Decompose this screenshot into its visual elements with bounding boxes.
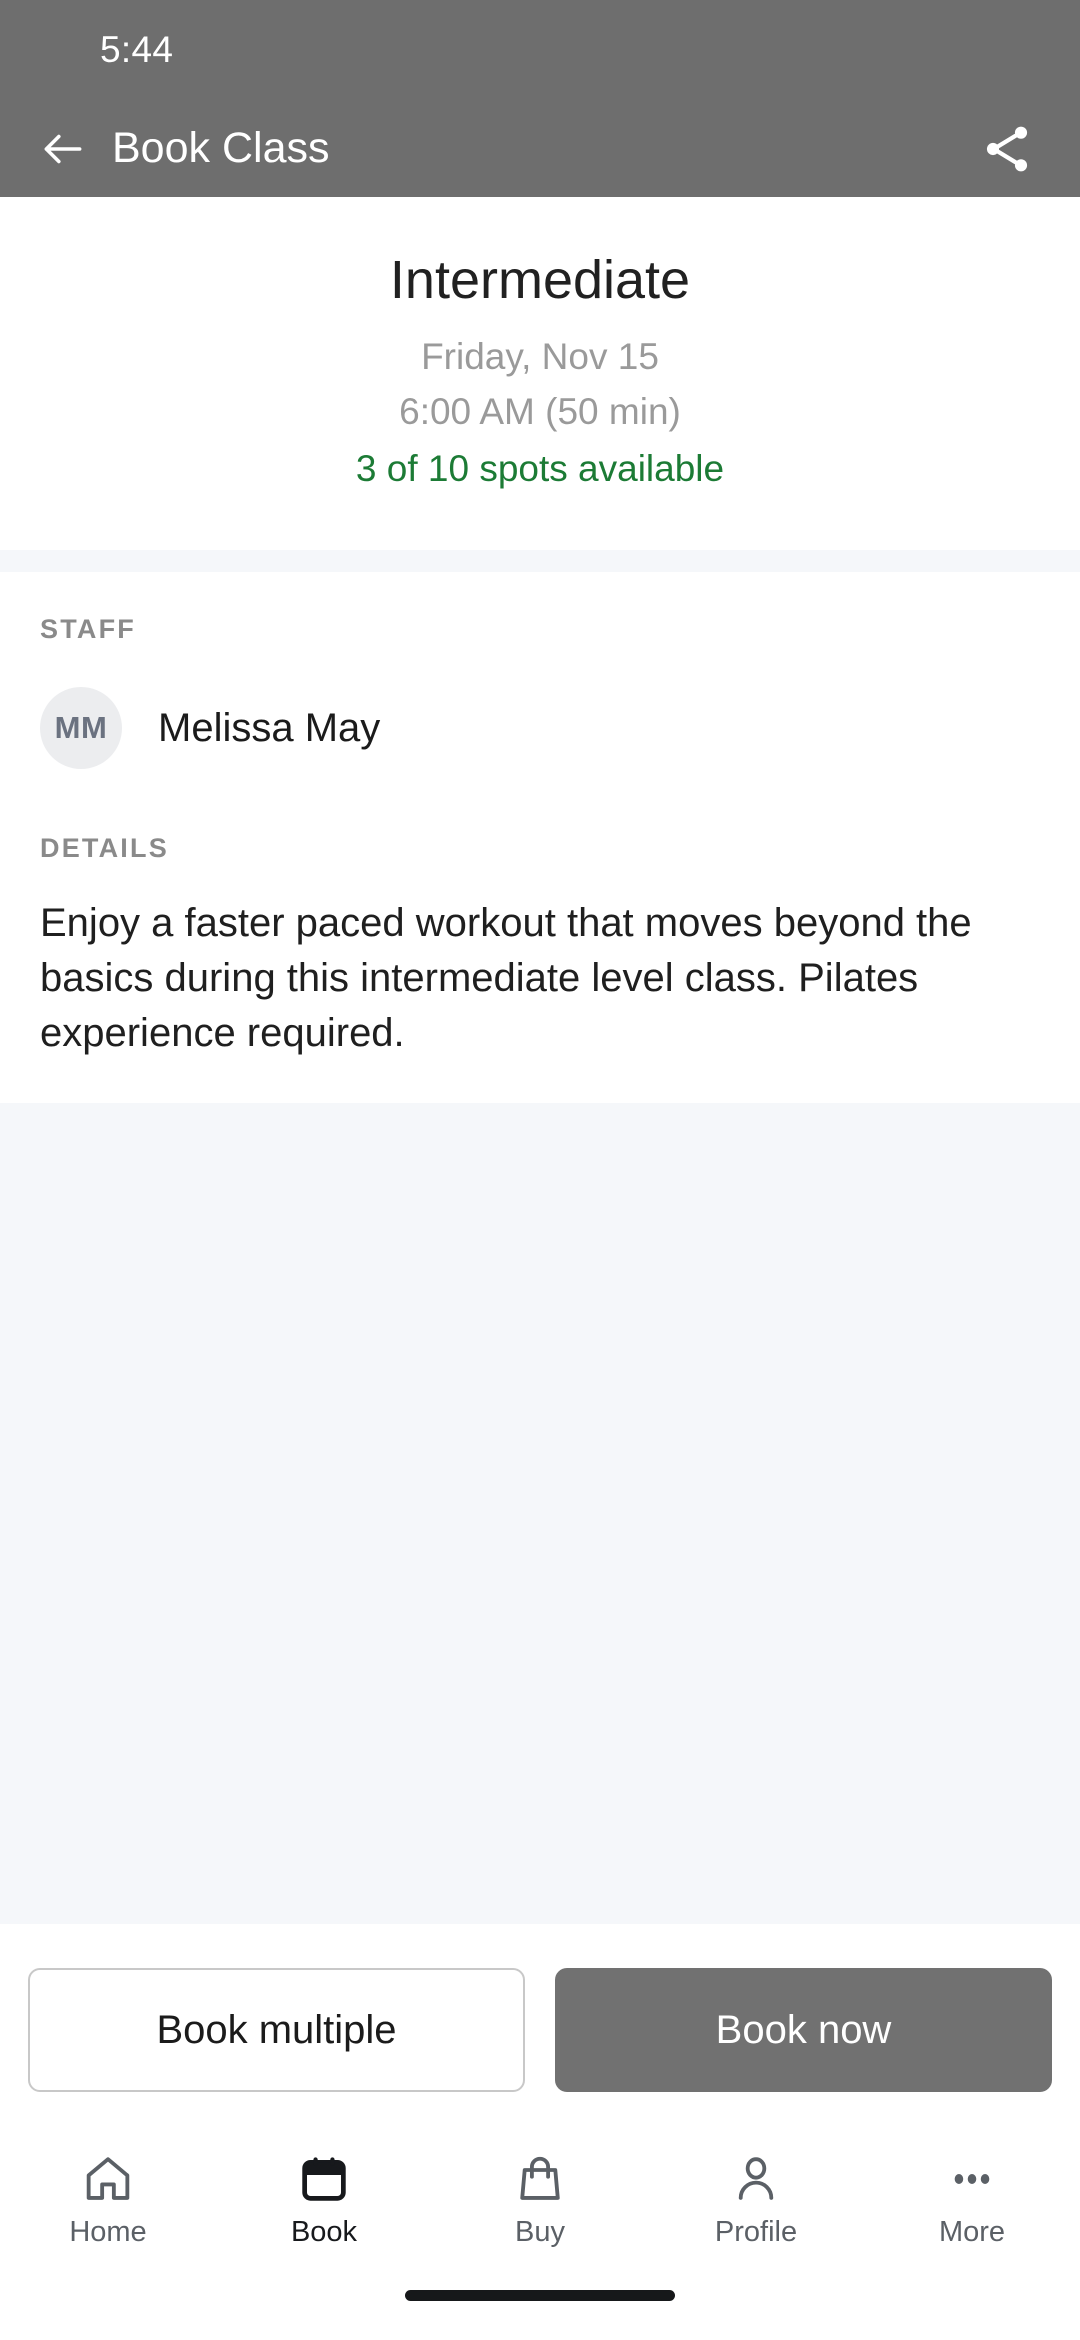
nav-label-more: More: [938, 2216, 1006, 2248]
arrow-left-icon: [44, 134, 82, 163]
book-multiple-button[interactable]: Book multiple: [28, 1968, 525, 2092]
avatar: MM: [40, 687, 122, 770]
page-title: Book Class: [112, 124, 330, 172]
nav-item-book[interactable]: Book: [216, 2142, 432, 2249]
content-spacer: [0, 1102, 1080, 1924]
person-icon: [729, 2148, 783, 2210]
gesture-bar-area: [0, 2282, 1080, 2340]
back-button[interactable]: [32, 118, 94, 180]
avatar-initials: MM: [54, 710, 108, 746]
staff-row[interactable]: MM Melissa May: [40, 687, 1040, 770]
book-class-screen: 5:44 Book Class Intermediate Friday, Nov…: [0, 0, 1080, 2340]
nav-label-book: Book: [290, 2216, 358, 2248]
nav-label-home: Home: [69, 2216, 147, 2248]
staff-name: Melissa May: [158, 705, 381, 750]
class-title: Intermediate: [389, 250, 691, 310]
home-indicator[interactable]: [405, 2290, 675, 2301]
nav-label-buy: Buy: [515, 2216, 565, 2248]
section-divider: [0, 550, 1080, 573]
class-info-card: STAFF MM Melissa May DETAILS Enjoy a fas…: [0, 572, 1080, 1103]
action-bar: Book multiple Book now: [0, 1924, 1080, 2132]
details-section-label: DETAILS: [40, 833, 169, 864]
calendar-icon: [297, 2148, 351, 2210]
status-bar: 5:44: [0, 0, 1080, 100]
book-now-button[interactable]: Book now: [555, 1968, 1052, 2092]
ellipsis-icon: [945, 2148, 999, 2210]
nav-item-home[interactable]: Home: [0, 2142, 216, 2249]
details-description: Enjoy a faster paced workout that moves …: [40, 901, 972, 1055]
class-spots-available: 3 of 10 spots available: [355, 448, 725, 490]
class-time: 6:00 AM (50 min): [399, 390, 681, 432]
class-summary: Intermediate Friday, Nov 15 6:00 AM (50 …: [0, 197, 1080, 551]
app-bar: Book Class: [0, 100, 1080, 197]
bottom-navigation: Home Book Buy Profile More: [0, 2132, 1080, 2282]
bag-icon: [513, 2148, 567, 2210]
nav-item-buy[interactable]: Buy: [432, 2142, 648, 2249]
status-time: 5:44: [100, 29, 174, 70]
share-icon: [986, 126, 1028, 171]
staff-section-label: STAFF: [40, 614, 136, 645]
home-icon: [81, 2148, 135, 2210]
nav-label-profile: Profile: [714, 2216, 798, 2248]
class-date: Friday, Nov 15: [421, 335, 659, 377]
nav-item-more[interactable]: More: [864, 2142, 1080, 2249]
top-bar: 5:44 Book Class: [0, 0, 1080, 197]
share-button[interactable]: [974, 116, 1040, 182]
nav-item-profile[interactable]: Profile: [648, 2142, 864, 2249]
